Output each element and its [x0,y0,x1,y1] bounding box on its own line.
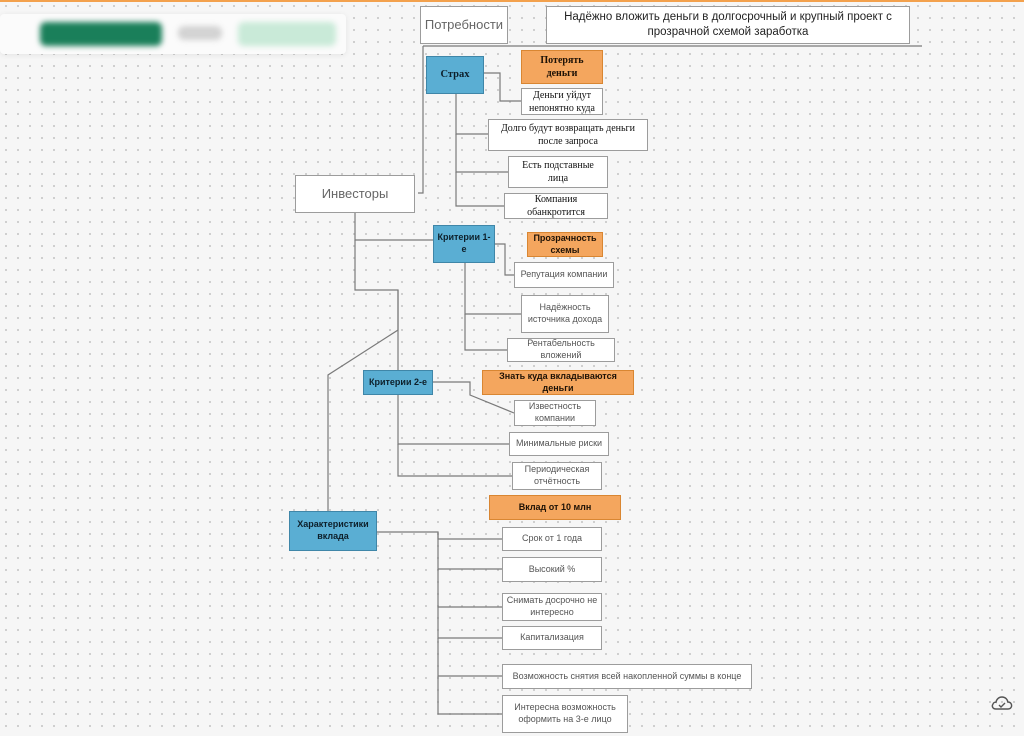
connector-line [437,607,502,639]
category-node-deposit[interactable]: Характеристики вклада [289,511,377,551]
item-node-fear-2[interactable]: Долго будут возвращать деньги после запр… [488,119,648,151]
connector-line [354,240,399,370]
root-node-investors[interactable]: Инвесторы [295,175,415,213]
needs-node[interactable]: Потребности [420,6,508,44]
connector-line [464,263,521,315]
connector-line [437,532,502,570]
item-node-deposit-3[interactable]: Снимать досрочно не интересно [502,593,602,621]
highlight-node-criteria-1[interactable]: Прозрачность схемы [527,232,603,257]
item-node-deposit-5[interactable]: Возможность снятия всей накопленной сумм… [502,664,752,689]
item-node-fear-3[interactable]: Есть подставные лица [508,156,608,188]
connector-line [354,213,433,241]
cloud-sync-icon[interactable] [990,694,1014,717]
main-goal-node[interactable]: Надёжно вложить деньги в долгосрочный и … [546,6,910,44]
mindmap-canvas: Потребности Надёжно вложить деньги в дол… [0,0,1024,736]
connector-line [437,569,502,608]
connector-line [327,290,399,511]
item-node-fear-4[interactable]: Компания обанкротится [504,193,608,219]
highlight-node-deposit[interactable]: Вклад от 10 млн [489,495,621,520]
item-node-deposit-1[interactable]: Срок от 1 года [502,527,602,551]
item-node-criteria-1-3[interactable]: Рентабельность вложений [507,338,615,362]
item-node-deposit-2[interactable]: Высокий % [502,557,602,582]
highlight-node-fear[interactable]: Потерять деньги [521,50,603,84]
item-node-criteria-1-2[interactable]: Надёжность источника дохода [521,295,609,333]
connector-line [397,395,509,445]
connector-line [418,46,424,194]
item-node-deposit-6[interactable]: Интересна возможность оформить на 3-е ли… [502,695,628,733]
connector-line [377,531,502,540]
connector-line [464,314,507,351]
connector-line [455,94,488,135]
connector-line [455,172,504,207]
item-node-deposit-4[interactable]: Капитализация [502,626,602,650]
item-node-fear-1[interactable]: Деньги уйдут непонятно куда [521,88,603,115]
item-node-criteria-2-3[interactable]: Периодическая отчётность [512,462,602,490]
item-node-criteria-1-1[interactable]: Репутация компании [514,262,614,288]
connector-line [484,72,521,102]
item-node-criteria-2-1[interactable]: Известность компании [514,400,596,426]
highlight-node-criteria-2[interactable]: Знать куда вкладываются деньги [482,370,634,395]
connector-line [437,638,502,677]
category-node-criteria-2[interactable]: Критерии 2-е [363,370,433,395]
item-node-criteria-2-2[interactable]: Минимальные риски [509,432,609,456]
connector-line [437,676,502,715]
connector-line [495,243,514,276]
category-node-fear[interactable]: Страх [426,56,484,94]
connector-line [397,444,512,477]
category-node-criteria-1[interactable]: Критерии 1-е [433,225,495,263]
